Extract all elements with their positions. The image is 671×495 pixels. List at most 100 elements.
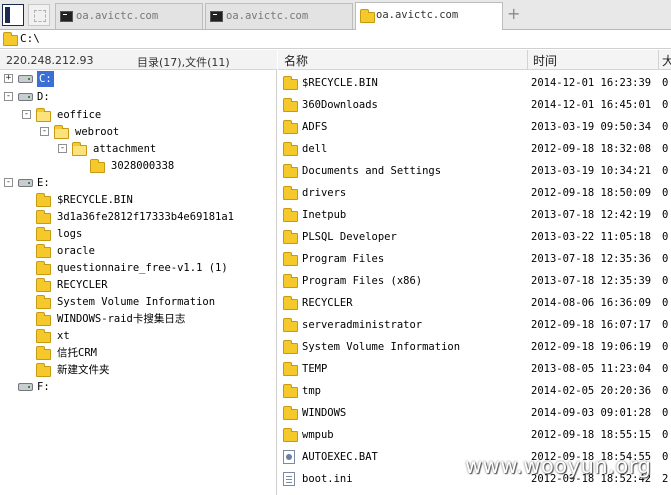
- file-row[interactable]: drivers 2012-09-18 18:50:09 0: [278, 182, 671, 204]
- file-time: 2013-08-05 11:23:04: [531, 363, 652, 375]
- tree-node-label: D:: [37, 91, 50, 103]
- folder-icon: [283, 252, 298, 266]
- column-header-name[interactable]: 名称: [284, 52, 308, 69]
- terminal-icon: [210, 11, 223, 22]
- tab-terminal-2[interactable]: oa.avictc.com: [205, 3, 353, 29]
- tree-node-label: System Volume Information: [57, 296, 216, 308]
- add-tab-button[interactable]: +: [507, 5, 520, 23]
- file-row[interactable]: RECYCLER 2014-08-06 16:36:09 0: [278, 292, 671, 314]
- tree-node-label: questionnaire_free-v1.1 (1): [57, 262, 228, 274]
- file-name: serveradministrator: [302, 319, 423, 331]
- file-row[interactable]: 360Downloads 2014-12-01 16:45:01 0: [278, 94, 671, 116]
- file-time: 2014-12-01 16:23:39: [531, 77, 652, 89]
- tab-label: oa.avictc.com: [226, 10, 309, 22]
- folder-icon: [283, 142, 298, 156]
- folder-icon: [36, 227, 51, 241]
- tree-node-label: 新建文件夹: [57, 364, 110, 376]
- file-name: wmpub: [302, 429, 334, 441]
- file-time: 2013-03-22 11:05:18: [531, 231, 652, 243]
- folder-icon: [283, 98, 298, 112]
- file-name: Program Files (x86): [302, 275, 423, 287]
- file-time: 2012-09-18 19:06:19: [531, 341, 652, 353]
- file-row[interactable]: $RECYCLE.BIN 2014-12-01 16:23:39 0: [278, 72, 671, 94]
- expand-icon[interactable]: +: [4, 74, 13, 83]
- file-time: 2012-09-18 16:07:17: [531, 319, 652, 331]
- column-header-time[interactable]: 时间: [533, 52, 557, 69]
- folder-icon: [3, 32, 18, 46]
- collapse-icon[interactable]: -: [22, 110, 31, 119]
- folder-icon: [283, 120, 298, 134]
- file-row[interactable]: tmp 2014-02-05 20:20:36 0: [278, 380, 671, 402]
- tree-node-label: $RECYCLE.BIN: [57, 194, 133, 206]
- tree-node-label: C:: [37, 71, 54, 87]
- folder-icon: [36, 346, 51, 360]
- folder-icon: [283, 186, 298, 200]
- file-name: PLSQL Developer: [302, 231, 397, 243]
- folder-icon: [36, 193, 51, 207]
- file-size: 0: [662, 429, 669, 441]
- collapse-icon[interactable]: -: [40, 127, 49, 136]
- tab-bar: oa.avictc.com oa.avictc.com oa.avictc.co…: [0, 0, 671, 30]
- file-time: 2013-07-18 12:35:39: [531, 275, 652, 287]
- file-row[interactable]: Program Files 2013-07-18 12:35:36 0: [278, 248, 671, 270]
- file-time: 2013-03-19 10:34:21: [531, 165, 652, 177]
- file-row[interactable]: ADFS 2013-03-19 09:50:34 0: [278, 116, 671, 138]
- file-size: 0: [662, 275, 669, 287]
- file-row[interactable]: Program Files (x86) 2013-07-18 12:35:39 0: [278, 270, 671, 292]
- file-size: 0: [662, 187, 669, 199]
- folder-icon: [283, 318, 298, 332]
- file-name: tmp: [302, 385, 321, 397]
- file-size: 0: [662, 451, 669, 463]
- column-divider[interactable]: [527, 50, 528, 70]
- file-size: 0: [662, 341, 669, 353]
- tab-terminal-1[interactable]: oa.avictc.com: [55, 3, 203, 29]
- file-time: 2012-09-18 18:50:09: [531, 187, 652, 199]
- collapse-icon[interactable]: -: [4, 178, 13, 187]
- file-row[interactable]: PLSQL Developer 2013-03-22 11:05:18 0: [278, 226, 671, 248]
- file-size: 0: [662, 407, 669, 419]
- file-size: 0: [662, 385, 669, 397]
- file-row[interactable]: wmpub 2012-09-18 18:55:15 0: [278, 424, 671, 446]
- folder-icon: [283, 230, 298, 244]
- file-size: 0: [662, 319, 669, 331]
- column-header-size[interactable]: 大: [662, 52, 671, 69]
- file-row[interactable]: Documents and Settings 2013-03-19 10:34:2…: [278, 160, 671, 182]
- file-list-header: 名称 时间 大: [278, 50, 671, 70]
- file-time: 2013-07-18 12:35:36: [531, 253, 652, 265]
- collapse-icon[interactable]: -: [58, 144, 67, 153]
- tree-node-label: WINDOWS-raid卡搜集日志: [57, 313, 186, 325]
- file-time: 2014-09-03 09:01:28: [531, 407, 652, 419]
- folder-icon: [36, 244, 51, 258]
- file-name: 360Downloads: [302, 99, 378, 111]
- folder-icon: [283, 384, 298, 398]
- tree-node-label: RECYCLER: [57, 279, 108, 291]
- file-name: Program Files: [302, 253, 385, 265]
- file-size: 0: [662, 209, 669, 221]
- folder-icon: [54, 125, 69, 139]
- directory-tree-panel: 220.248.212.93 目录(17),文件(11) + C: - D: - eoff…: [0, 50, 277, 495]
- file-row[interactable]: Inetpub 2013-07-18 12:42:19 0: [278, 204, 671, 226]
- folder-icon: [36, 278, 51, 292]
- collapse-icon[interactable]: -: [4, 92, 13, 101]
- folder-icon: [283, 362, 298, 376]
- file-row[interactable]: TEMP 2013-08-05 11:23:04 0: [278, 358, 671, 380]
- file-row[interactable]: WINDOWS 2014-09-03 09:01:28 0: [278, 402, 671, 424]
- file-row[interactable]: serveradministrator 2012-09-18 16:07:17 0: [278, 314, 671, 336]
- file-size: 0: [662, 297, 669, 309]
- panel-toggle-icon[interactable]: [2, 4, 24, 26]
- file-name: Inetpub: [302, 209, 347, 221]
- file-list-panel: 名称 时间 大 $RECYCLE.BIN 2014-12-01 16:23:39 0…: [278, 50, 671, 495]
- tab-file-manager[interactable]: oa.avictc.com: [355, 2, 503, 30]
- file-name: TEMP: [302, 363, 328, 375]
- folder-icon: [283, 406, 298, 420]
- file-row[interactable]: dell 2012-09-18 18:32:08 0: [278, 138, 671, 160]
- address-bar[interactable]: C:\: [0, 30, 671, 49]
- file-size: 0: [662, 363, 669, 375]
- new-tab-icon[interactable]: [28, 4, 50, 26]
- folder-icon: [90, 159, 105, 173]
- file-row[interactable]: System Volume Information 2012-09-18 19:0…: [278, 336, 671, 358]
- column-divider[interactable]: [658, 50, 659, 70]
- tab-label: oa.avictc.com: [76, 10, 159, 22]
- tree-node-label: webroot: [75, 126, 120, 138]
- terminal-icon: [60, 11, 73, 22]
